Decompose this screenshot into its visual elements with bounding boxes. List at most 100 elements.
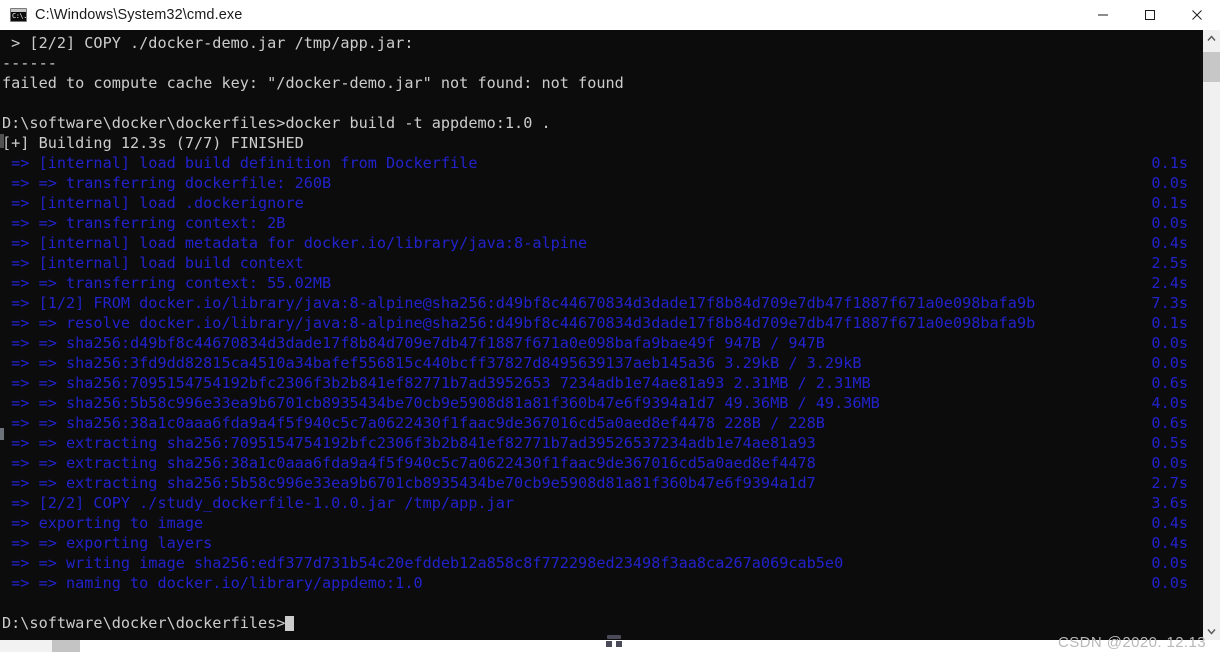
console-line-text: => [2/2] COPY ./study_dockerfile-1.0.0.j… [2, 494, 515, 512]
chevron-down-icon [1207, 629, 1216, 635]
console-line: D:\software\docker\dockerfiles>docker bu… [2, 113, 1202, 133]
console-line: => => writing image sha256:edf377d731b54… [2, 553, 1202, 573]
console-line-text: => => sha256:5b58c996e33ea9b6701cb893543… [2, 394, 880, 412]
console-line-duration: 0.0s [1151, 334, 1188, 352]
console-scrollbar[interactable] [1202, 30, 1220, 640]
console-line-text: => [internal] load metadata for docker.i… [2, 234, 588, 252]
console-line-text: => [internal] load .dockerignore [2, 194, 304, 212]
console-line-duration: 2.4s [1151, 274, 1188, 292]
console-line: => => transferring dockerfile: 260B 0.0s [2, 173, 1202, 193]
scrollbar-track[interactable] [1203, 47, 1220, 623]
console-line-text: => => sha256:7095154754192bfc2306f3b2b84… [2, 374, 871, 392]
console-line: => exporting to image 0.4s [2, 513, 1202, 533]
console-line-duration: 0.4s [1151, 534, 1188, 552]
cmd-console-icon: C:\. [10, 7, 27, 22]
cmd-console-window: C:\. C:\Windows\System32\cmd.exe > [2/2]… [0, 0, 1220, 640]
console-line-duration: 3.6s [1151, 494, 1188, 512]
console-line: => => sha256:d49bf8c44670834d3dade17f8b8… [2, 333, 1202, 353]
console-line-duration: 0.0s [1151, 214, 1188, 232]
console-line: => => extracting sha256:7095154754192bfc… [2, 433, 1202, 453]
edge-artifact-upper [0, 134, 4, 148]
console-line-duration: 0.6s [1151, 374, 1188, 392]
console-line-text: => => extracting sha256:5b58c996e33ea9b6… [2, 474, 816, 492]
close-icon [1191, 9, 1202, 20]
console-line-text: => => writing image sha256:edf377d731b54… [2, 554, 844, 572]
console-line: => => transferring context: 2B 0.0s [2, 213, 1202, 233]
console-line-text: D:\software\docker\dockerfiles> [2, 614, 286, 632]
console-line-text: => => transferring context: 2B [2, 214, 286, 232]
scrollbar-up-button[interactable] [1203, 30, 1220, 47]
console-line-text: => => resolve docker.io/library/java:8-a… [2, 314, 1036, 332]
console-line-duration: 0.6s [1151, 414, 1188, 432]
console-line-text: => [internal] load build context [2, 254, 304, 272]
console-line-duration: 4.0s [1151, 394, 1188, 412]
console-line-duration: 7.3s [1151, 294, 1188, 312]
console-line-duration: 0.0s [1151, 554, 1188, 572]
scrollbar-thumb[interactable] [1203, 52, 1220, 82]
console-line-duration: 0.4s [1151, 514, 1188, 532]
console-line: failed to compute cache key: "/docker-de… [2, 73, 1202, 93]
console-line-duration: 2.5s [1151, 254, 1188, 272]
window-controls [1079, 0, 1220, 29]
console-line: => => exporting layers 0.4s [2, 533, 1202, 553]
scrollbar-down-button[interactable] [1203, 623, 1220, 640]
cmd-icon-prompt-glyph: C:\. [12, 11, 27, 20]
console-line-text: => exporting to image [2, 514, 204, 532]
console-line: ------ [2, 53, 1202, 73]
console-line-duration: 0.1s [1151, 154, 1188, 172]
console-line-text: => => sha256:d49bf8c44670834d3dade17f8b8… [2, 334, 825, 352]
console-line: => => naming to docker.io/library/appdem… [2, 573, 1202, 593]
edge-artifact-lower [0, 428, 4, 440]
console-line-text: => => naming to docker.io/library/appdem… [2, 574, 423, 592]
text-cursor [285, 616, 295, 631]
console-line-text: => => extracting sha256:7095154754192bfc… [2, 434, 816, 452]
console-line: => => sha256:3fd9dd82815ca4510a34bafef55… [2, 353, 1202, 373]
console-line-text: => => transferring dockerfile: 260B [2, 174, 332, 192]
console-line: => => sha256:7095154754192bfc2306f3b2b84… [2, 373, 1202, 393]
console-line-text: => => sha256:38a1c0aaa6fda9a4f5f940c5c7a… [2, 414, 825, 432]
console-line: => [internal] load .dockerignore 0.1s [2, 193, 1202, 213]
console-output[interactable]: > [2/2] COPY ./docker-demo.jar /tmp/app.… [0, 30, 1202, 640]
console-line-text: ------ [2, 54, 57, 72]
taskbar-segment-b [52, 640, 80, 652]
console-line-text: => => extracting sha256:38a1c0aaa6fda9a4… [2, 454, 816, 472]
console-line-text: => => sha256:3fd9dd82815ca4510a34bafef55… [2, 354, 862, 372]
app-tray-icon-bar [607, 635, 621, 639]
console-line: > [2/2] COPY ./docker-demo.jar /tmp/app.… [2, 33, 1202, 53]
title-bar[interactable]: C:\. C:\Windows\System32\cmd.exe [0, 0, 1220, 30]
console-line: D:\software\docker\dockerfiles> [2, 613, 1202, 633]
console-line-duration: 0.0s [1151, 354, 1188, 372]
console-line-text: > [2/2] COPY ./docker-demo.jar /tmp/app.… [2, 34, 414, 52]
console-area: > [2/2] COPY ./docker-demo.jar /tmp/app.… [0, 30, 1220, 640]
console-line-duration: 2.7s [1151, 474, 1188, 492]
title-bar-left-group: C:\. C:\Windows\System32\cmd.exe [0, 7, 1079, 23]
console-line-duration: 0.0s [1151, 454, 1188, 472]
console-line-duration: 0.5s [1151, 434, 1188, 452]
console-line: => => resolve docker.io/library/java:8-a… [2, 313, 1202, 333]
chevron-up-icon [1207, 35, 1216, 41]
taskbar-segment-fill [80, 640, 1220, 652]
taskbar-segment-a [0, 640, 52, 652]
console-line-duration: 0.0s [1151, 574, 1188, 592]
minimize-icon [1097, 14, 1108, 15]
console-line-text: failed to compute cache key: "/docker-de… [2, 74, 624, 92]
close-button[interactable] [1173, 0, 1220, 29]
maximize-icon [1144, 9, 1155, 20]
console-line-text: [+] Building 12.3s (7/7) FINISHED [2, 134, 304, 152]
console-line: => [2/2] COPY ./study_dockerfile-1.0.0.j… [2, 493, 1202, 513]
console-line: => [internal] load build context 2.5s [2, 253, 1202, 273]
app-tray-icon[interactable] [603, 632, 625, 652]
console-line: => => extracting sha256:5b58c996e33ea9b6… [2, 473, 1202, 493]
console-line: => [internal] load build definition from… [2, 153, 1202, 173]
console-line-duration: 0.4s [1151, 234, 1188, 252]
console-line-text: => => exporting layers [2, 534, 213, 552]
console-line-duration: 0.1s [1151, 194, 1188, 212]
console-line-text: => [internal] load build definition from… [2, 154, 478, 172]
console-line-text: => => transferring context: 55.02MB [2, 274, 332, 292]
maximize-button[interactable] [1126, 0, 1173, 29]
app-tray-icon-dot-left [606, 641, 612, 647]
console-line: => => sha256:38a1c0aaa6fda9a4f5f940c5c7a… [2, 413, 1202, 433]
minimize-button[interactable] [1079, 0, 1126, 29]
console-line: [+] Building 12.3s (7/7) FINISHED [2, 133, 1202, 153]
